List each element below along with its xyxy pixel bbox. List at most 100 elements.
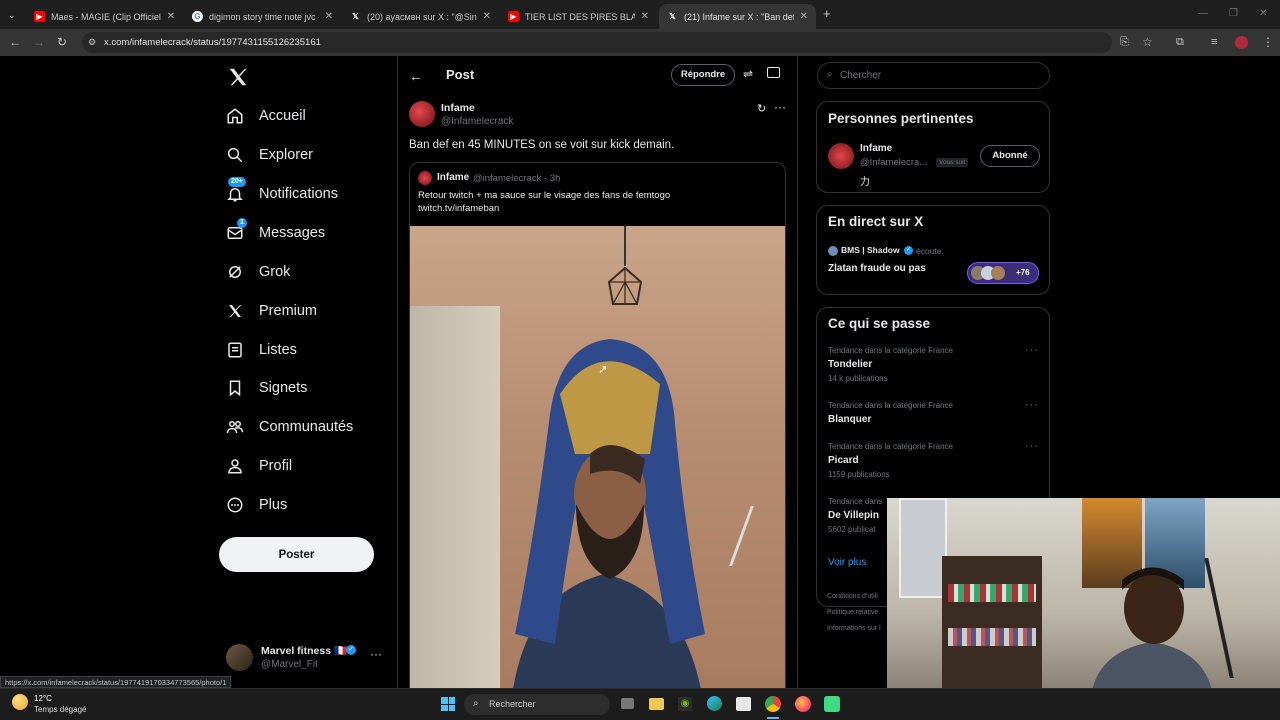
nav-communities[interactable]: Communautés [225, 413, 353, 441]
nav-home[interactable]: Accueil [225, 102, 306, 130]
quote-avatar [418, 171, 432, 185]
close-icon[interactable]: ✕ [483, 11, 491, 22]
bell-icon: 20+ [225, 177, 246, 204]
tab-list-icon[interactable]: ⌄ [8, 9, 16, 21]
x-logo-icon[interactable] [227, 66, 249, 88]
minimize-icon[interactable]: — [1198, 8, 1208, 20]
close-window-icon[interactable]: ✕ [1259, 8, 1267, 20]
post-more-icon[interactable]: ··· [774, 100, 786, 114]
weather-temp[interactable]: 12°C [34, 694, 52, 703]
back-arrow-icon[interactable]: ← [409, 68, 423, 84]
grok-explain-icon[interactable]: ↻ [757, 102, 766, 115]
reload-icon[interactable]: ↻ [57, 36, 67, 48]
relevant-handle[interactable]: @Infamelecra... [860, 157, 927, 168]
nav-home-label: Accueil [259, 108, 306, 124]
page-title: Post [446, 67, 475, 82]
footer-link[interactable]: Politique relative [827, 609, 878, 616]
author-avatar[interactable] [409, 101, 435, 127]
nav-explore-label: Explorer [259, 147, 313, 163]
pendant-lamp [607, 266, 643, 310]
forward-icon[interactable]: → [33, 36, 45, 48]
avatar [226, 644, 253, 671]
nav-lists[interactable]: Listes [225, 336, 297, 364]
follow-button[interactable]: Abonné [980, 145, 1040, 167]
taskbar-search[interactable]: ⌕ Rechercher [464, 694, 610, 715]
search-input[interactable]: ⌕ Chercher [817, 62, 1050, 89]
app-icon[interactable] [824, 696, 840, 712]
quote-media-photo[interactable]: ➚ [410, 226, 785, 688]
site-info-icon[interactable]: ⚙ [88, 32, 96, 53]
start-tile [448, 704, 455, 711]
nav-bookmarks[interactable]: Signets [225, 374, 307, 402]
tab-4[interactable]: ▶ TIER LIST DES PIRES BLANC (SO ✕ [500, 4, 657, 29]
nav-more[interactable]: Plus [225, 491, 287, 519]
extensions-icon[interactable]: ⧉ [1176, 36, 1184, 48]
trend-context: Tendance dans la catégorie France [828, 346, 953, 355]
tab-2[interactable]: G digimon story time note jvc - R ✕ [184, 4, 341, 29]
author-handle[interactable]: @Infamelecrack [441, 116, 513, 127]
firefox-icon[interactable] [795, 696, 811, 712]
tab-3[interactable]: 𝕏 (20) ayacмвн sur X : "@SindyOf ✕ [342, 4, 499, 29]
verified-icon: ✓ [346, 645, 356, 655]
nav-grok[interactable]: Grok [225, 258, 290, 286]
address-bar[interactable]: ⚙ x.com/infamelecrack/status/19774311551… [82, 32, 1112, 53]
trend-item[interactable]: Tendance dans la catégorie France Picard… [817, 440, 1051, 482]
show-more-link[interactable]: Voir plus [828, 557, 866, 568]
chrome-icon[interactable] [765, 696, 781, 712]
author-name[interactable]: Infame [441, 102, 475, 114]
nav-notifications[interactable]: 20+ Notifications [225, 177, 338, 208]
edge-icon[interactable] [707, 696, 722, 711]
maximize-icon[interactable]: ❐ [1229, 8, 1238, 20]
account-more-icon[interactable]: ··· [370, 647, 382, 661]
trends-title: Ce qui se passe [828, 316, 931, 331]
bookmark-star-icon[interactable]: ☆ [1142, 36, 1153, 48]
relevant-name[interactable]: Infame [860, 143, 892, 154]
weather-desc[interactable]: Temps dégagé [34, 705, 86, 714]
file-explorer-icon[interactable] [649, 698, 664, 710]
live-space-title[interactable]: Zlatan fraude ou pas [828, 263, 926, 274]
relevant-avatar[interactable] [828, 143, 854, 169]
nav-premium[interactable]: Premium [225, 297, 317, 325]
tab-5-title: (21) Infame sur X : "Ban def en [684, 11, 794, 22]
windows-start-icon[interactable] [441, 697, 455, 711]
nav-profile[interactable]: Profil [225, 452, 292, 480]
new-tab-icon[interactable]: + [823, 7, 831, 20]
footer-link[interactable]: Conditions d'utili [827, 593, 878, 600]
nvidia-icon[interactable]: ◉ [678, 697, 692, 711]
reply-button[interactable]: Répondre [671, 64, 735, 86]
trend-item[interactable]: Tendance dans la catégorie France Blanqu… [817, 399, 1051, 431]
live-listeners-pill[interactable]: +76 [967, 262, 1039, 284]
back-icon[interactable]: ← [9, 36, 21, 48]
profile-avatar-icon[interactable] [1235, 36, 1248, 49]
trend-more-icon[interactable]: ··· [1025, 399, 1039, 411]
trend-more-icon[interactable]: ··· [1025, 344, 1039, 356]
quoted-post[interactable]: Infame @infamelecrack · 3h Retour twitch… [409, 162, 786, 688]
nav-explore[interactable]: Explorer [225, 141, 313, 169]
task-view-icon[interactable] [621, 698, 634, 709]
install-app-icon[interactable]: ⎘ [1120, 36, 1129, 48]
reader-view-icon[interactable] [767, 67, 780, 78]
post-button[interactable]: Poster [219, 537, 374, 572]
menu-icon[interactable]: ⋮ [1262, 36, 1274, 48]
list-icon [225, 340, 245, 360]
trend-more-icon[interactable]: ··· [1025, 440, 1039, 452]
close-icon[interactable]: ✕ [167, 11, 175, 22]
close-icon[interactable]: ✕ [641, 11, 649, 22]
windows-taskbar: 12°C Temps dégagé ⌕ Rechercher ◉ [0, 688, 1280, 720]
tab-1[interactable]: ▶ Maes - MAGIE (Clip Officiel) - Y ✕ [26, 4, 183, 29]
tab-5-active[interactable]: 𝕏 (21) Infame sur X : "Ban def en ✕ [659, 4, 816, 29]
close-icon[interactable]: ✕ [800, 11, 808, 22]
trend-item[interactable]: Tendance dans la catégorie France Tondel… [817, 344, 1051, 386]
nav-messages[interactable]: 1 Messages [225, 218, 325, 247]
live-host[interactable]: BMS | Shadow [841, 245, 900, 255]
account-switcher[interactable]: Marvel fitness 🇫🇷 ✓ @Marvel_Fit ··· [226, 642, 386, 674]
store-icon[interactable] [736, 697, 751, 711]
reading-list-icon[interactable]: ≡ [1211, 36, 1217, 48]
search-icon: ⌕ [473, 698, 479, 709]
filter-icon[interactable]: ⇌ [743, 67, 753, 81]
footer-link[interactable]: Informations sur l [827, 625, 881, 632]
weather-icon[interactable] [12, 694, 28, 710]
close-icon[interactable]: ✕ [325, 11, 333, 22]
browser-tab-bar: ⌄ ▶ Maes - MAGIE (Clip Officiel) - Y ✕ G… [0, 0, 1280, 29]
tab-1-title: Maes - MAGIE (Clip Officiel) - Y [51, 11, 161, 22]
